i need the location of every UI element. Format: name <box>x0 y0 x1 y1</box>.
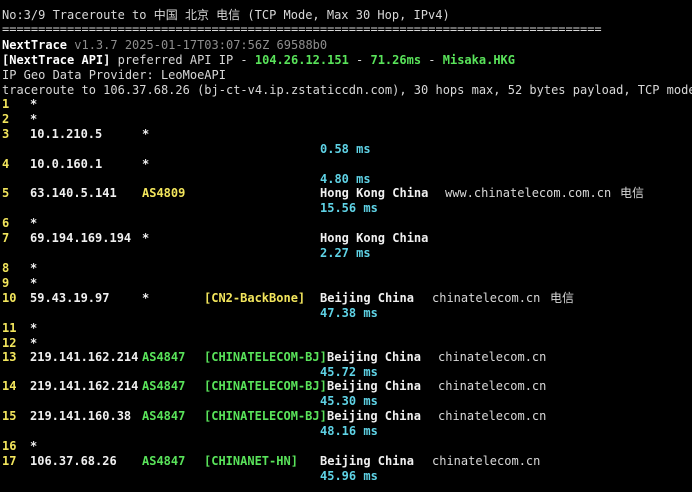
hop-number: 2 <box>2 112 10 126</box>
hop-tag: [CHINATELECOM-BJ] <box>204 350 327 364</box>
hop-domain: chinatelecom.cn <box>438 350 547 364</box>
hop-number: 8 <box>2 261 10 275</box>
hop-ip: * <box>30 112 38 126</box>
hop-ip: 63.140.5.141 <box>30 186 117 200</box>
hop-asn: * <box>142 127 150 141</box>
hop-number: 1 <box>2 97 10 111</box>
app-version: v1.3.7 2025-01-17T03:07:56Z 69588b0 <box>67 38 328 52</box>
api-label: [NextTrace API] <box>2 53 111 67</box>
api-ip: 104.26.12.151 <box>254 53 349 67</box>
app-name: NextTrace <box>2 38 68 52</box>
api-sep: - <box>348 53 371 67</box>
api-latency: 71.26ms <box>370 53 422 67</box>
api-sep: - <box>421 53 443 67</box>
hop-number: 6 <box>2 216 10 230</box>
hop-isp: 电信 <box>620 186 645 200</box>
hop-ip: * <box>30 276 38 290</box>
hop-geo: Beijing China <box>320 291 414 305</box>
traceroute-title: No:3/9 Traceroute to 中国 北京 电信 (TCP Mode,… <box>2 8 450 22</box>
api-line: [NextTrace API] preferred API IP - 104.2… <box>2 53 515 68</box>
hop-tag: [CHINATELECOM-BJ] <box>204 379 327 393</box>
hop-latency: 45.30 ms <box>320 394 378 408</box>
hop-number: 11 <box>2 321 17 335</box>
hop-number: 16 <box>2 439 17 453</box>
hop-asn: * <box>142 231 150 245</box>
hop-ip: * <box>30 216 38 230</box>
hop-geo: Beijing China <box>320 454 414 468</box>
hop-asn: AS4847 <box>142 409 186 423</box>
hop-tag: [CHINANET-HN] <box>204 454 298 468</box>
hop-ip: 106.37.68.26 <box>30 454 117 468</box>
hop-latency: 4.80 ms <box>320 172 371 186</box>
hop-geo: Hong Kong China <box>320 231 429 245</box>
hop-latency: 0.58 ms <box>320 142 371 156</box>
hop-isp: 电信 <box>550 291 575 305</box>
hop-asn: AS4809 <box>142 186 186 200</box>
terminal-window[interactable]: No:3/9 Traceroute to 中国 北京 电信 (TCP Mode,… <box>0 0 692 492</box>
hop-ip: 219.141.162.214 <box>30 350 139 364</box>
nexttrace-version-line: NextTrace v1.3.7 2025-01-17T03:07:56Z 69… <box>2 38 327 53</box>
hop-number: 9 <box>2 276 10 290</box>
hop-geo: Hong Kong China <box>320 186 429 200</box>
hop-ip: 10.0.160.1 <box>30 157 103 171</box>
hop-number: 17 <box>2 454 17 468</box>
hop-number: 10 <box>2 291 17 305</box>
hop-number: 13 <box>2 350 17 364</box>
hop-latency: 45.96 ms <box>320 469 378 483</box>
hop-latency: 45.72 ms <box>320 365 378 379</box>
hop-domain: chinatelecom.cn <box>432 454 541 468</box>
traceroute-target-line: traceroute to 106.37.68.26 (bj-ct-v4.ip.… <box>2 83 692 97</box>
hop-number: 12 <box>2 336 17 350</box>
hop-domain: www.chinatelecom.com.cn <box>445 186 612 200</box>
hop-asn: * <box>142 291 150 305</box>
hop-ip: 59.43.19.97 <box>30 291 110 305</box>
hop-latency: 48.16 ms <box>320 424 378 438</box>
hop-tag: [CHINATELECOM-BJ] <box>204 409 327 423</box>
hop-geo: Beijing China <box>327 379 421 393</box>
geo-provider-line: IP Geo Data Provider: LeoMoeAPI <box>2 68 226 82</box>
hop-geo: Beijing China <box>327 409 421 423</box>
separator-line: ========================================… <box>2 22 602 36</box>
hop-ip: * <box>30 321 38 335</box>
hop-ip: 10.1.210.5 <box>30 127 103 141</box>
hop-ip: 69.194.169.194 <box>30 231 132 245</box>
hop-domain: chinatelecom.cn <box>432 291 541 305</box>
hop-asn: * <box>142 157 150 171</box>
hop-number: 15 <box>2 409 17 423</box>
hop-domain: chinatelecom.cn <box>438 379 547 393</box>
hop-asn: AS4847 <box>142 454 186 468</box>
hop-asn: AS4847 <box>142 350 186 364</box>
hop-ip: * <box>30 261 38 275</box>
hop-number: 3 <box>2 127 10 141</box>
hop-number: 7 <box>2 231 10 245</box>
hop-latency: 15.56 ms <box>320 201 378 215</box>
hop-number: 4 <box>2 157 10 171</box>
hop-number: 14 <box>2 379 17 393</box>
hop-ip: * <box>30 336 38 350</box>
hop-tag: [CN2-BackBone] <box>204 291 306 305</box>
hop-asn: AS4847 <box>142 379 186 393</box>
hop-domain: chinatelecom.cn <box>438 409 547 423</box>
hop-latency: 2.27 ms <box>320 246 371 260</box>
hop-ip: * <box>30 439 38 453</box>
api-prefix: preferred API IP - <box>110 53 255 67</box>
hop-latency: 47.38 ms <box>320 306 378 320</box>
api-node: Misaka.HKG <box>442 53 515 67</box>
hop-ip: 219.141.162.214 <box>30 379 139 393</box>
hop-number: 5 <box>2 186 10 200</box>
hop-geo: Beijing China <box>327 350 421 364</box>
hop-ip: * <box>30 97 38 111</box>
hop-ip: 219.141.160.38 <box>30 409 132 423</box>
